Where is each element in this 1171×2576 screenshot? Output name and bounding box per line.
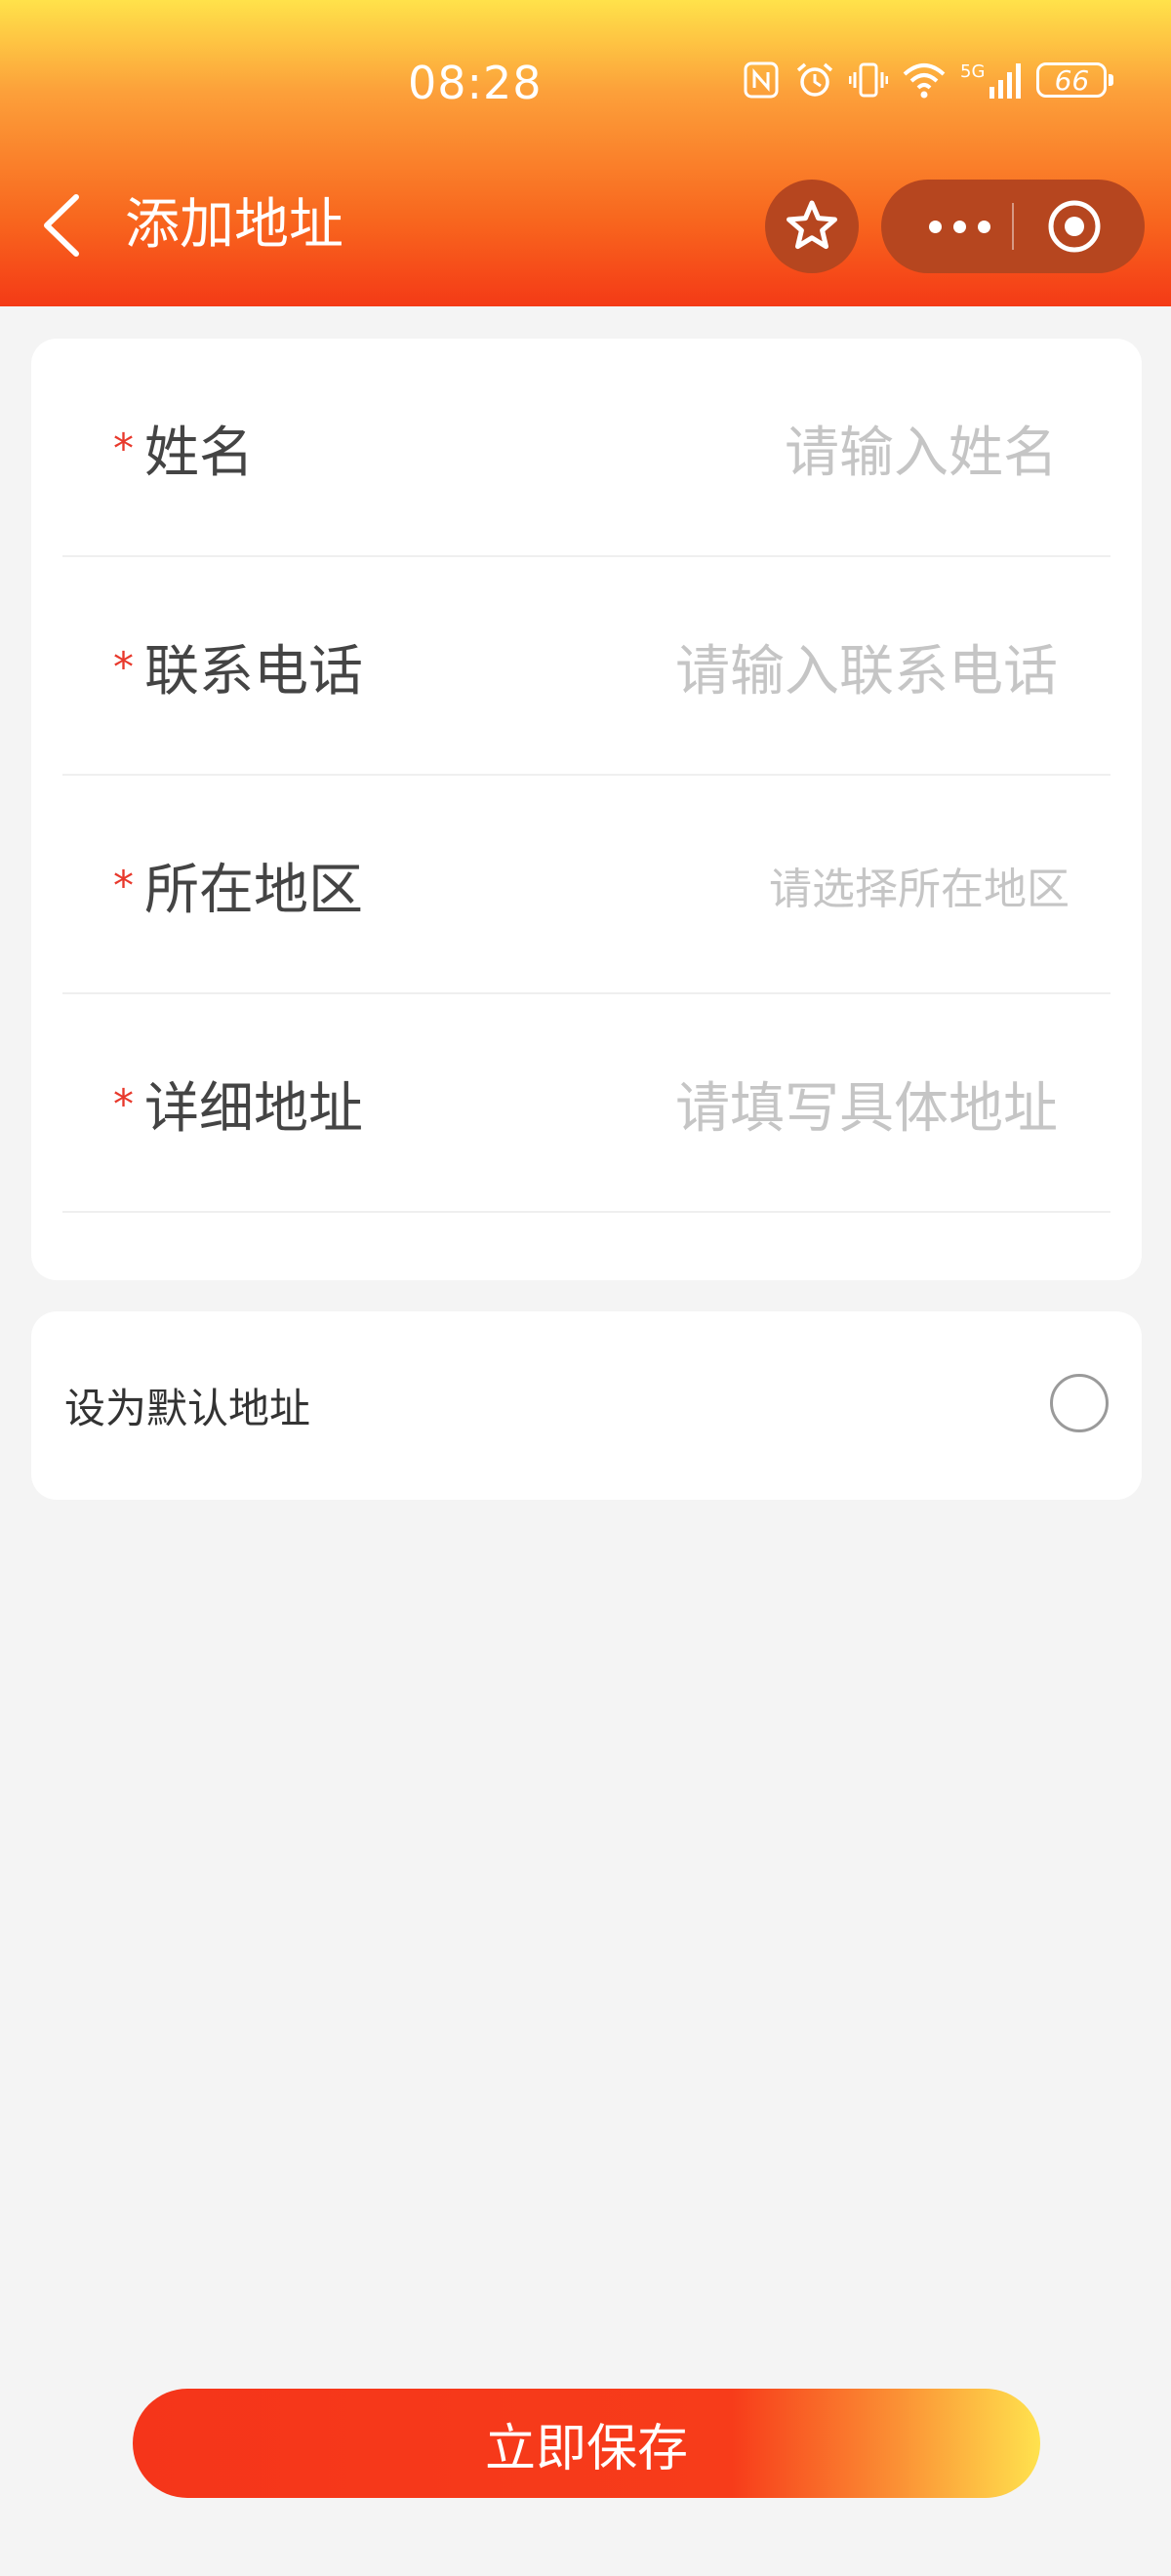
more-dots-icon[interactable] [920,209,998,244]
address-form-card: * 姓名 请输入姓名 * 联系电话 请输入联系电话 * 所在地区 请选择所在地区… [31,339,1142,1280]
default-address-radio[interactable] [1050,1374,1109,1432]
battery-level: 66 [1036,62,1108,98]
status-icons: 5G 66 [742,60,1114,100]
name-field[interactable]: * 姓名 请输入姓名 [62,339,1110,557]
default-address-label: 设为默认地址 [64,1385,311,1432]
battery-icon: 66 [1036,62,1114,98]
required-mark: * [113,423,134,472]
required-mark: * [113,861,134,909]
name-label: 姓名 [144,421,254,485]
star-icon [787,200,837,250]
back-icon[interactable] [37,189,86,262]
wifi-icon [903,63,946,99]
required-mark: * [113,1079,134,1128]
detail-address-label: 详细地址 [144,1076,363,1141]
capsule-divider [1012,203,1014,250]
signal-icon [989,63,1022,99]
phone-label: 联系电话 [144,639,363,704]
region-label: 所在地区 [144,858,363,922]
phone-field[interactable]: * 联系电话 请输入联系电话 [62,557,1110,776]
page-title: 添加地址 [125,193,343,257]
signal-group: 5G [960,61,1023,99]
default-address-card: 设为默认地址 [31,1311,1142,1500]
vibrate-icon [849,62,888,98]
favorite-button[interactable] [765,180,859,273]
region-field[interactable]: * 所在地区 请选择所在地区 [62,776,1110,994]
header: 08:28 5G 66 添加地址 [0,0,1171,306]
detail-address-field[interactable]: * 详细地址 请填写具体地址 [62,994,1110,1213]
region-picker[interactable]: 请选择所在地区 [769,776,1070,994]
required-mark: * [113,642,134,691]
phone-input[interactable]: 请输入联系电话 [675,557,1058,776]
detail-address-input[interactable]: 请填写具体地址 [675,994,1058,1213]
target-circle-icon[interactable] [1047,199,1102,254]
network-type: 5G [960,61,986,82]
menu-capsule [881,180,1145,273]
name-input[interactable]: 请输入姓名 [785,339,1058,557]
status-time: 08:28 [408,57,543,109]
nfc-icon [744,61,779,99]
save-button[interactable]: 立即保存 [133,2389,1040,2498]
alarm-icon [796,62,833,97]
